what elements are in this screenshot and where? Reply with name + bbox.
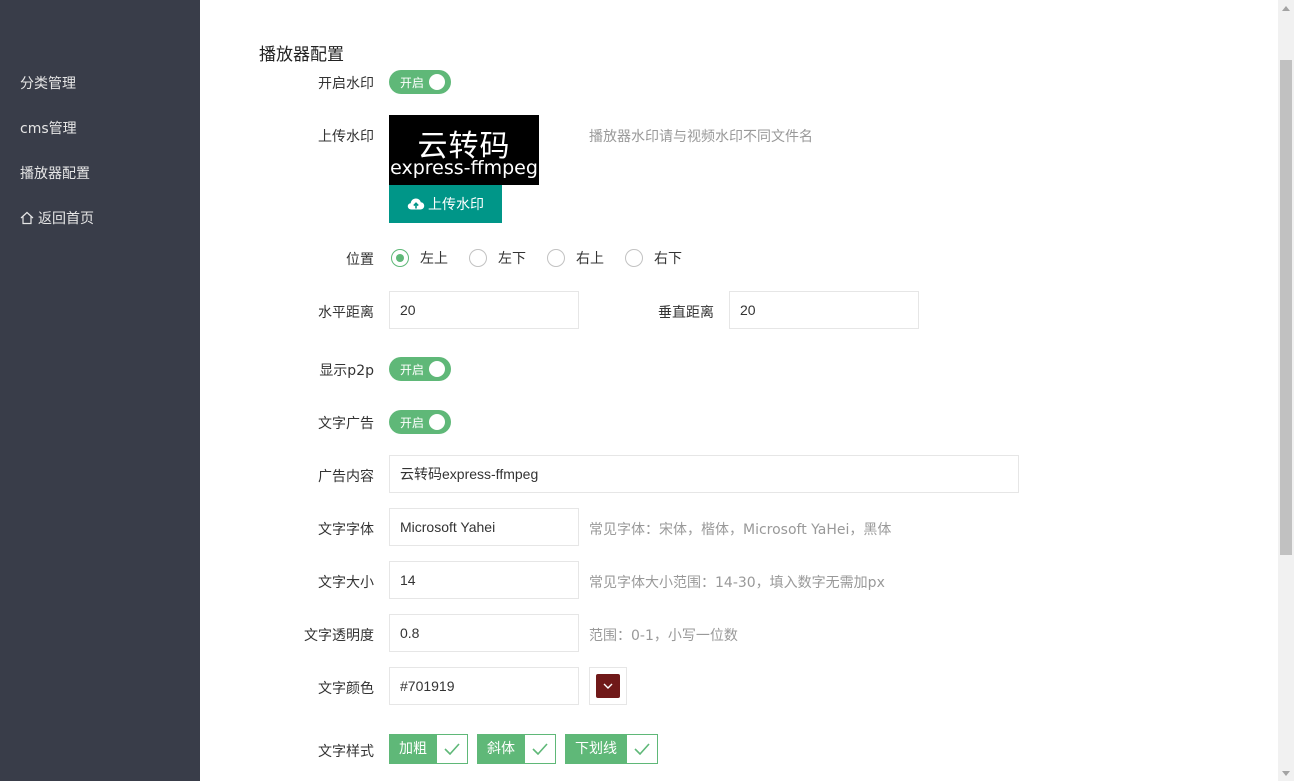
sidebar: 分类管理 cms管理 播放器配置 返回首页: [0, 0, 200, 781]
checkbox-bold[interactable]: 加粗: [389, 734, 468, 764]
p2p-toggle-label: 显示p2p: [319, 363, 374, 379]
text-ad-toggle[interactable]: 开启: [389, 410, 451, 434]
switch-text: 开启: [400, 76, 425, 90]
sidebar-item-label: 播放器配置: [20, 166, 90, 182]
text-ad-toggle-label: 文字广告: [318, 416, 374, 432]
chevron-down-icon: [603, 683, 613, 689]
page-title: 播放器配置: [259, 45, 344, 65]
radio-top-right[interactable]: 右上: [547, 248, 604, 268]
radio-label: 左上: [420, 251, 448, 267]
scroll-up-arrow-icon[interactable]: [1278, 0, 1294, 16]
radio-label: 右下: [654, 251, 682, 267]
font-input[interactable]: [389, 508, 579, 546]
p2p-toggle[interactable]: 开启: [389, 357, 451, 381]
switch-knob: [429, 74, 445, 90]
watermark-toggle-label: 开启水印: [318, 76, 374, 92]
sidebar-item-cms[interactable]: cms管理: [20, 118, 77, 138]
position-label: 位置: [346, 252, 374, 268]
opacity-hint: 范围：0-1，小写一位数: [589, 628, 738, 644]
radio-label: 右上: [576, 251, 604, 267]
radio-top-left[interactable]: 左上: [391, 248, 448, 268]
radio-circle: [547, 249, 565, 267]
radio-label: 左下: [498, 251, 526, 267]
font-hint: 常见字体：宋体，楷体，Microsoft YaHei，黑体: [589, 522, 892, 538]
checkbox-italic[interactable]: 斜体: [477, 734, 556, 764]
sidebar-item-category[interactable]: 分类管理: [20, 73, 76, 93]
cloud-upload-icon: [407, 197, 428, 211]
scrollbar[interactable]: [1278, 0, 1294, 781]
checkbox-label: 斜体: [477, 734, 525, 764]
upload-watermark-button[interactable]: 上传水印: [389, 185, 502, 223]
font-label: 文字字体: [318, 522, 374, 538]
watermark-preview-line2: express-ffmpeg: [390, 157, 538, 179]
switch-knob: [429, 361, 445, 377]
sidebar-item-label: 分类管理: [20, 76, 76, 92]
horizontal-distance-label: 水平距离: [318, 305, 374, 321]
radio-bottom-left[interactable]: 左下: [469, 248, 526, 268]
color-swatch: [596, 674, 620, 698]
upload-button-label: 上传水印: [428, 197, 484, 213]
scroll-down-arrow-icon[interactable]: [1278, 765, 1294, 781]
scrollbar-thumb[interactable]: [1280, 60, 1292, 555]
ad-content-input[interactable]: [389, 455, 1019, 493]
color-picker-button[interactable]: [589, 667, 627, 705]
color-input[interactable]: [389, 667, 579, 705]
check-icon: [437, 734, 468, 764]
ad-content-label: 广告内容: [318, 469, 374, 485]
watermark-preview: 云转码 express-ffmpeg: [389, 115, 539, 185]
checkbox-underline[interactable]: 下划线: [565, 734, 658, 764]
radio-bottom-right[interactable]: 右下: [625, 248, 682, 268]
color-label: 文字颜色: [318, 681, 374, 697]
sidebar-item-player-config[interactable]: 播放器配置: [20, 163, 90, 183]
sidebar-item-label: cms管理: [20, 121, 77, 137]
vertical-distance-input[interactable]: [729, 291, 919, 329]
font-size-input[interactable]: [389, 561, 579, 599]
check-icon: [627, 734, 658, 764]
radio-circle: [625, 249, 643, 267]
radio-circle: [469, 249, 487, 267]
switch-text: 开启: [400, 363, 425, 377]
checkbox-label: 下划线: [565, 734, 627, 764]
watermark-toggle[interactable]: 开启: [389, 70, 451, 94]
radio-circle: [391, 249, 409, 267]
checkbox-label: 加粗: [389, 734, 437, 764]
opacity-label: 文字透明度: [304, 628, 374, 644]
upload-watermark-label: 上传水印: [318, 129, 374, 145]
horizontal-distance-input[interactable]: [389, 291, 579, 329]
opacity-input[interactable]: [389, 614, 579, 652]
vertical-distance-label: 垂直距离: [658, 305, 714, 321]
font-size-label: 文字大小: [318, 575, 374, 591]
switch-knob: [429, 414, 445, 430]
check-icon: [525, 734, 556, 764]
sidebar-item-home[interactable]: 返回首页: [20, 208, 94, 228]
switch-text: 开启: [400, 416, 425, 430]
font-size-hint: 常见字体大小范围：14-30，填入数字无需加px: [589, 575, 885, 591]
home-icon: [20, 211, 34, 225]
text-style-label: 文字样式: [318, 744, 374, 760]
upload-hint: 播放器水印请与视频水印不同文件名: [589, 129, 813, 145]
sidebar-item-label: 返回首页: [38, 211, 94, 227]
